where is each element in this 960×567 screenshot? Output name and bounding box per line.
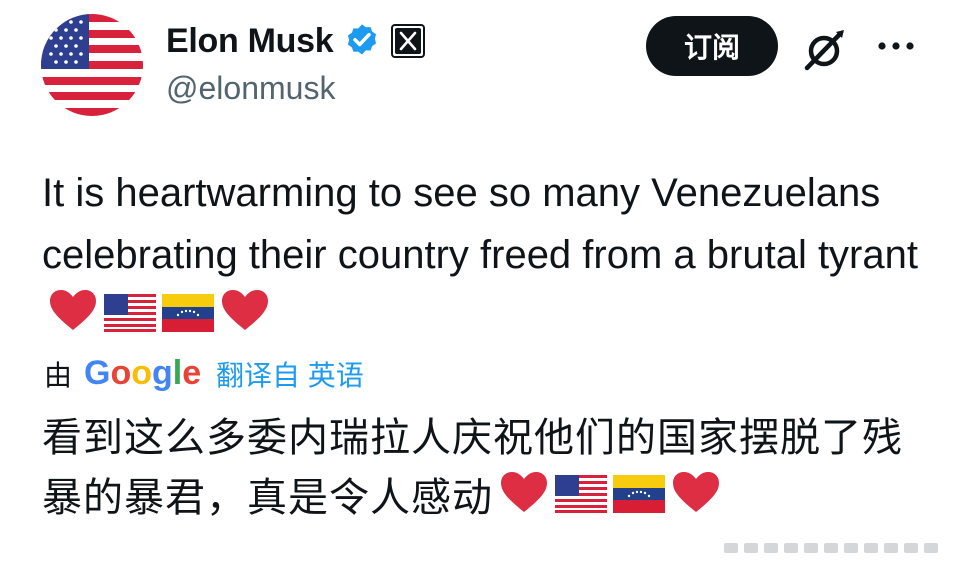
author-handle[interactable]: @elonmusk — [166, 70, 335, 107]
translated-from-link[interactable]: 翻译自 英语 — [216, 354, 364, 394]
translated-text-block: 看到这么多委内瑞拉人庆祝他们的国家摆脱了残暴的暴君，真是令人感动 — [42, 408, 932, 531]
google-logo-icon: Google — [84, 354, 201, 392]
grok-icon[interactable] — [800, 26, 848, 74]
venezuela-flag-icon — [162, 288, 214, 350]
us-flag-icon — [555, 470, 607, 530]
red-heart-icon — [499, 470, 549, 531]
us-flag-icon — [41, 14, 143, 116]
translated-text: 看到这么多委内瑞拉人庆祝他们的国家摆脱了残暴的暴君，真是令人感动 — [42, 415, 903, 521]
tweet-text-block: It is heartwarming to see so many Venezu… — [42, 162, 932, 350]
subscribe-button[interactable]: 订阅 — [646, 16, 778, 76]
tweet-text: It is heartwarming to see so many Venezu… — [42, 171, 918, 277]
author-name-row: Elon Musk — [166, 18, 426, 64]
us-flag-icon — [104, 288, 156, 350]
more-icon[interactable] — [874, 34, 918, 58]
translated-by-label: 由 — [44, 360, 73, 391]
venezuela-flag-icon — [613, 470, 665, 530]
svg-text:Google: Google — [84, 354, 201, 392]
avatar[interactable] — [41, 14, 143, 116]
red-heart-icon — [220, 288, 270, 350]
red-heart-icon — [671, 470, 721, 531]
red-heart-icon — [48, 288, 98, 350]
author-name[interactable]: Elon Musk — [166, 22, 334, 61]
watermark — [724, 540, 954, 556]
translation-attribution: 由 Google 翻译自 英语 — [44, 352, 364, 396]
x-affiliate-badge-icon[interactable] — [391, 24, 426, 58]
verified-badge-icon[interactable] — [343, 22, 381, 60]
